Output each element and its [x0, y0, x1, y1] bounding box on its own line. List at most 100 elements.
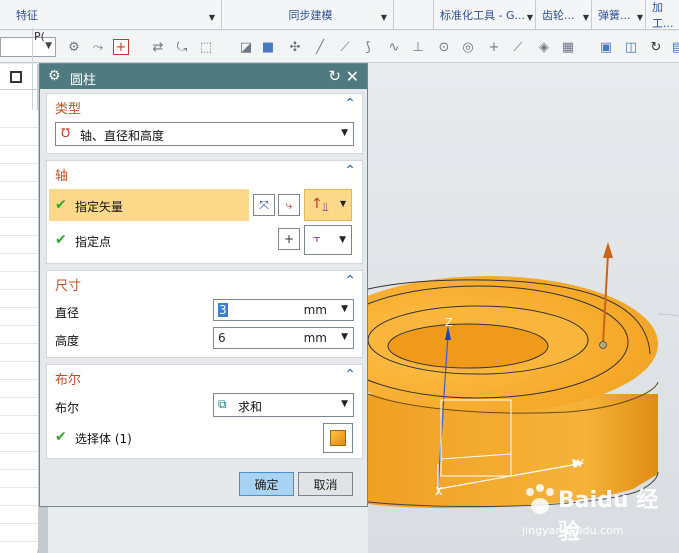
navigator-column-header[interactable]: P(: [34, 30, 45, 43]
ribbon-group-spring[interactable]: 弹簧... ▼: [592, 0, 646, 30]
check-icon: ✔: [55, 197, 67, 213]
chevron-down-icon[interactable]: ▼: [341, 304, 348, 314]
line-icon[interactable]: ╱: [312, 39, 328, 55]
dialog-title: 圆柱: [70, 73, 97, 88]
chevron-down-icon[interactable]: ▼: [637, 13, 643, 22]
specify-vector-label: 指定矢量: [75, 200, 124, 214]
section-boolean: 布尔 ⌃ 布尔 ⧉ 求和 ▼ ✔ 选择体 (1): [46, 364, 363, 459]
section-title: 尺寸: [55, 279, 82, 294]
body-cube-icon: [330, 430, 346, 446]
section-title: 类型: [55, 102, 82, 117]
move-icon[interactable]: ⇄: [150, 39, 166, 55]
ribbon-group-sync-modeling[interactable]: 同步建模 ▼: [222, 0, 394, 30]
select-body-button[interactable]: [323, 423, 353, 453]
line-icon[interactable]: ⟋: [510, 39, 526, 55]
specify-point-label: 指定点: [75, 235, 112, 249]
z-axis-label: Z: [445, 316, 453, 329]
chevron-down-icon[interactable]: ▼: [381, 13, 387, 22]
height-unit: mm: [303, 331, 327, 345]
view-icon[interactable]: ◪: [238, 39, 254, 55]
chevron-down-icon[interactable]: ▼: [527, 13, 533, 22]
screenshot-icon[interactable]: ◫: [623, 39, 639, 55]
shade-icon[interactable]: ◈: [536, 39, 552, 55]
check-icon: ✔: [55, 232, 67, 248]
spline-icon[interactable]: ∿: [386, 39, 402, 55]
chevron-down-icon[interactable]: ▼: [341, 332, 348, 342]
vector-arrow-head[interactable]: [603, 242, 613, 258]
ribbon-group-feature[interactable]: 特征 ▼: [0, 0, 222, 30]
arc-icon[interactable]: ◎: [460, 39, 476, 55]
vector-arrow-icon: ↑: [311, 196, 323, 212]
section-header[interactable]: 类型 ⌃: [47, 94, 362, 118]
section-axis: 轴 ⌃ ✔ 指定矢量 ⤧ ⤷ ↑ ⫫ ▼ ✔ 指定点 + ⫟ ▼: [46, 160, 363, 264]
circle-center-icon[interactable]: ⊙: [436, 39, 452, 55]
diameter-value: 3: [218, 303, 228, 317]
add-icon[interactable]: +: [113, 39, 129, 55]
curve-icon[interactable]: ⟆: [360, 39, 376, 55]
grid-icon[interactable]: ▦: [560, 39, 576, 55]
reverse-direction-button[interactable]: ⤧: [253, 194, 275, 216]
box-select-icon[interactable]: ⬚: [198, 39, 214, 55]
cancel-button[interactable]: 取消: [298, 472, 353, 496]
section-header[interactable]: 尺寸 ⌃: [47, 271, 362, 295]
ribbon-group-label: 特征: [16, 9, 38, 22]
chevron-down-icon[interactable]: ▼: [583, 13, 589, 22]
close-icon[interactable]: ✕: [346, 67, 359, 86]
vector-type-dropdown[interactable]: ↑ ⫫ ▼: [304, 189, 352, 221]
boolean-label: 布尔: [55, 401, 80, 415]
reset-icon[interactable]: ↻: [328, 67, 341, 85]
transform-icon[interactable]: ⤿: [174, 39, 190, 55]
line-icon[interactable]: ⟋: [337, 39, 353, 55]
boolean-value: 求和: [238, 400, 263, 414]
chevron-up-icon[interactable]: ⌃: [344, 367, 356, 383]
chevron-down-icon: ▼: [341, 128, 348, 138]
chevron-up-icon[interactable]: ⌃: [344, 96, 356, 112]
chevron-up-icon[interactable]: ⌃: [344, 163, 356, 179]
height-input[interactable]: 6 mm ▼: [213, 327, 354, 349]
navigator-rows: [0, 110, 38, 550]
chevron-down-icon[interactable]: ▼: [209, 13, 215, 22]
point-icon: ⫟: [313, 231, 321, 246]
ribbon-group-standard-tools[interactable]: 标准化工具 - G... ▼: [434, 0, 536, 30]
dialog-title-bar[interactable]: ⚙ 圆柱 ↻ ✕: [40, 64, 367, 89]
paw-icon: [526, 484, 554, 514]
maximize-icon[interactable]: [10, 71, 22, 83]
ok-button[interactable]: 确定: [239, 472, 294, 496]
vector-dialog-button[interactable]: ⤷: [278, 194, 300, 216]
x-axis-label: X: [435, 485, 443, 498]
ribbon-group-gear[interactable]: 齿轮... ▼: [536, 0, 592, 30]
view-icon[interactable]: ▤: [670, 39, 679, 55]
section-header[interactable]: 布尔 ⌃: [47, 365, 362, 389]
section-dimensions: 尺寸 ⌃ 直径 3 mm ▼ 高度 6 mm ▼: [46, 270, 363, 358]
plane-icon: ⫫: [322, 200, 329, 214]
snap-icon[interactable]: ⚙: [66, 39, 82, 55]
baidu-jingyan-watermark: Baidu 经验 jingyan.baidu.com: [520, 478, 670, 548]
section-type: 类型 ⌃ ℧ 轴、直径和高度 ▼: [46, 93, 363, 154]
diameter-input[interactable]: 3 mm ▼: [213, 299, 354, 321]
boolean-dropdown[interactable]: ⧉ 求和 ▼: [213, 393, 354, 417]
point-icon[interactable]: ✣: [287, 39, 303, 55]
background-curve: [657, 313, 679, 317]
gear-icon[interactable]: ⚙: [48, 68, 61, 84]
render-icon[interactable]: ▣: [598, 39, 614, 55]
select-feature-icon[interactable]: ⤳: [90, 39, 106, 55]
diameter-label: 直径: [55, 306, 80, 320]
tangent-icon[interactable]: ⊥: [410, 39, 426, 55]
plus-icon[interactable]: +: [486, 39, 502, 55]
point-type-dropdown[interactable]: ⫟ ▼: [304, 225, 352, 255]
selection-filter-dropdown[interactable]: ▼: [0, 37, 56, 57]
toolbar: ▼ ⚙ ⤳ + ⇄ ⤿ ⬚ ◪ ■ ✣ ╱ ⟋ ⟆ ∿ ⊥ ⊙ ◎ + ⟋ ◈ …: [0, 31, 679, 63]
ribbon-group-machining[interactable]: 加工...: [646, 0, 679, 30]
section-title: 轴: [55, 169, 69, 184]
ribbon-group-label: 标准化工具 - G...: [440, 9, 525, 22]
section-title: 布尔: [55, 373, 82, 388]
vector-origin-point[interactable]: [599, 341, 607, 349]
chevron-up-icon[interactable]: ⌃: [344, 273, 356, 289]
section-header[interactable]: 轴 ⌃: [47, 161, 362, 185]
ribbon-group-label: 齿轮...: [542, 9, 575, 22]
type-dropdown[interactable]: ℧ 轴、直径和高度 ▼: [55, 122, 354, 146]
cube-icon[interactable]: ■: [260, 39, 276, 55]
cylinder-dialog: ⚙ 圆柱 ↻ ✕ 类型 ⌃ ℧ 轴、直径和高度 ▼ 轴 ⌃ ✔ 指定矢量 ⤧ ⤷…: [39, 63, 368, 507]
point-dialog-button[interactable]: +: [278, 228, 300, 250]
refresh-icon[interactable]: ↻: [648, 39, 664, 55]
